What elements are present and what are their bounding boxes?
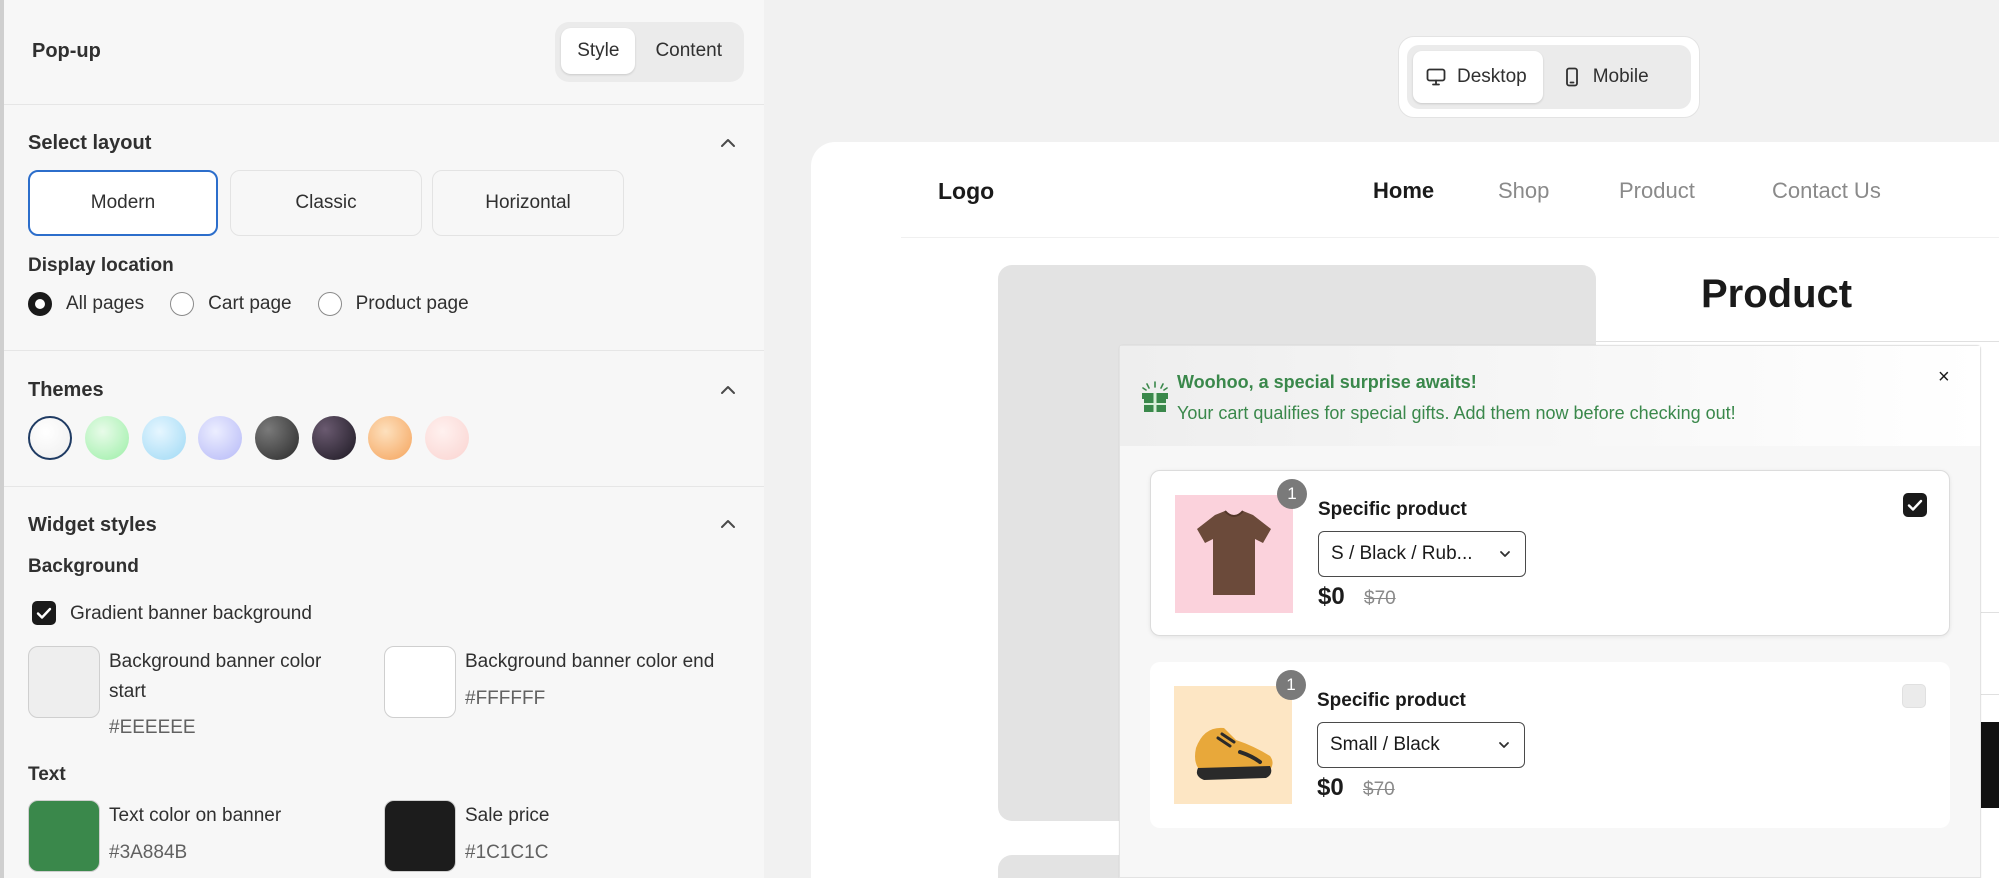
device-mobile-label: Mobile [1592, 66, 1649, 87]
gradient-background-label: Gradient banner background [70, 603, 312, 624]
widget-styles-title: Widget styles [28, 514, 157, 536]
text-label: Text [28, 764, 66, 785]
bg-start-value: #EEEEEE [109, 717, 196, 738]
divider [4, 350, 764, 351]
sale-price: $0 [1317, 774, 1344, 801]
tshirt-product-image [1175, 495, 1293, 613]
display-location-label: Display location [28, 255, 174, 276]
sale-price: $0 [1318, 583, 1345, 610]
mobile-icon [1565, 67, 1578, 87]
chevron-up-icon[interactable] [717, 513, 739, 535]
settings-panel: Pop-up Style Content Select layout Moder… [0, 0, 764, 878]
theme-swatch-green[interactable] [85, 416, 129, 460]
variant-select[interactable]: Small / Black [1317, 722, 1525, 768]
sale-price-label: Sale price [465, 805, 550, 826]
layout-classic-button[interactable]: Classic [230, 170, 422, 236]
radio-cart-page-label: Cart page [208, 293, 292, 314]
device-desktop-button[interactable]: Desktop [1413, 51, 1543, 103]
divider [1596, 341, 1999, 342]
theme-swatch-dark-purple[interactable] [312, 416, 356, 460]
bg-start-label: Background banner color start [109, 651, 322, 702]
popup-banner: Woohoo, a special surprise awaits! Your … [1120, 346, 1980, 446]
style-content-toggle: Style Content [555, 22, 744, 82]
radio-cart-page[interactable] [170, 292, 195, 316]
quantity-badge: 1 [1276, 670, 1306, 700]
checkmark-icon [36, 607, 52, 619]
quantity-badge: 1 [1277, 479, 1307, 509]
theme-swatch-blue[interactable] [142, 416, 186, 460]
themes-title: Themes [28, 379, 104, 401]
variant-select-value: S / Black / Rub... [1331, 543, 1473, 564]
gradient-background-checkbox[interactable] [32, 601, 56, 625]
chevron-down-icon [1500, 551, 1510, 557]
device-toggle: Desktop Mobile [1398, 36, 1700, 118]
gift-item-checkbox[interactable] [1902, 684, 1926, 708]
gift-item-card[interactable]: 1 Specific product Small / Black $0 $70 [1150, 662, 1950, 828]
bg-end-color-swatch[interactable] [384, 646, 456, 718]
theme-swatch-orange[interactable] [368, 416, 412, 460]
theme-swatch-light[interactable] [28, 416, 72, 460]
gift-popup: Woohoo, a special surprise awaits! Your … [1119, 345, 1981, 878]
chevron-down-icon [1499, 742, 1509, 748]
gift-item-checkbox[interactable] [1903, 493, 1927, 517]
text-color-swatch[interactable] [28, 800, 100, 872]
gift-item-card[interactable]: 1 Specific product S / Black / Rub... $0… [1150, 470, 1950, 636]
chevron-up-icon[interactable] [717, 379, 739, 401]
chevron-up-icon[interactable] [717, 132, 739, 154]
theme-swatch-dark-gray[interactable] [255, 416, 299, 460]
sale-price-color-swatch[interactable] [384, 800, 456, 872]
radio-product-page[interactable] [317, 292, 342, 316]
tab-style[interactable]: Style [561, 28, 636, 74]
compare-price: $70 [1363, 779, 1395, 800]
device-desktop-label: Desktop [1457, 66, 1527, 87]
tab-content[interactable]: Content [639, 28, 738, 74]
nav-home[interactable]: Home [1373, 178, 1434, 204]
variant-select-value: Small / Black [1330, 734, 1440, 755]
panel-title: Pop-up [32, 40, 101, 62]
close-icon[interactable]: × [1938, 366, 1950, 389]
bg-end-value: #FFFFFF [465, 688, 546, 709]
select-layout-title: Select layout [28, 132, 152, 154]
nav-product[interactable]: Product [1619, 178, 1695, 204]
popup-subtitle: Your cart qualifies for special gifts. A… [1177, 403, 1736, 423]
background-label: Background [28, 556, 139, 577]
text-color-label: Text color on banner [109, 805, 282, 826]
gift-icon [1142, 381, 1168, 412]
desktop-icon [1426, 68, 1446, 86]
variant-select[interactable]: S / Black / Rub... [1318, 531, 1526, 577]
bg-end-label: Background banner color end [465, 651, 715, 672]
header-divider [901, 237, 1999, 238]
radio-product-page-label: Product page [355, 293, 469, 314]
divider [4, 104, 764, 105]
add-to-cart-button[interactable] [1981, 722, 1999, 808]
layout-horizontal-button[interactable]: Horizontal [432, 170, 624, 236]
layout-modern-button[interactable]: Modern [28, 170, 218, 236]
text-color-value: #3A884B [109, 842, 188, 863]
sale-price-value: #1C1C1C [465, 842, 549, 863]
panel-header: Pop-up Style Content [28, 20, 744, 82]
device-toggle-inner: Desktop Mobile [1407, 45, 1691, 109]
checkmark-icon [1907, 499, 1923, 511]
divider [4, 486, 764, 487]
store-logo: Logo [938, 178, 995, 204]
gift-item-name: Specific product [1317, 690, 1466, 711]
nav-shop[interactable]: Shop [1498, 178, 1549, 204]
theme-swatch-pink[interactable] [425, 416, 469, 460]
gift-item-name: Specific product [1318, 499, 1467, 520]
sneaker-product-image [1174, 686, 1292, 804]
radio-all-pages-label: All pages [66, 293, 145, 314]
compare-price: $70 [1364, 588, 1396, 609]
device-mobile-button[interactable]: Mobile [1549, 51, 1665, 103]
bg-start-color-swatch[interactable] [28, 646, 100, 718]
product-title: Product [1701, 272, 1853, 316]
popup-title: Woohoo, a special surprise awaits! [1177, 372, 1477, 392]
display-location-options: All pages Cart page Product page [28, 292, 495, 316]
nav-contact-us[interactable]: Contact Us [1772, 178, 1881, 204]
radio-all-pages[interactable] [28, 292, 52, 316]
theme-swatch-lavender[interactable] [198, 416, 242, 460]
